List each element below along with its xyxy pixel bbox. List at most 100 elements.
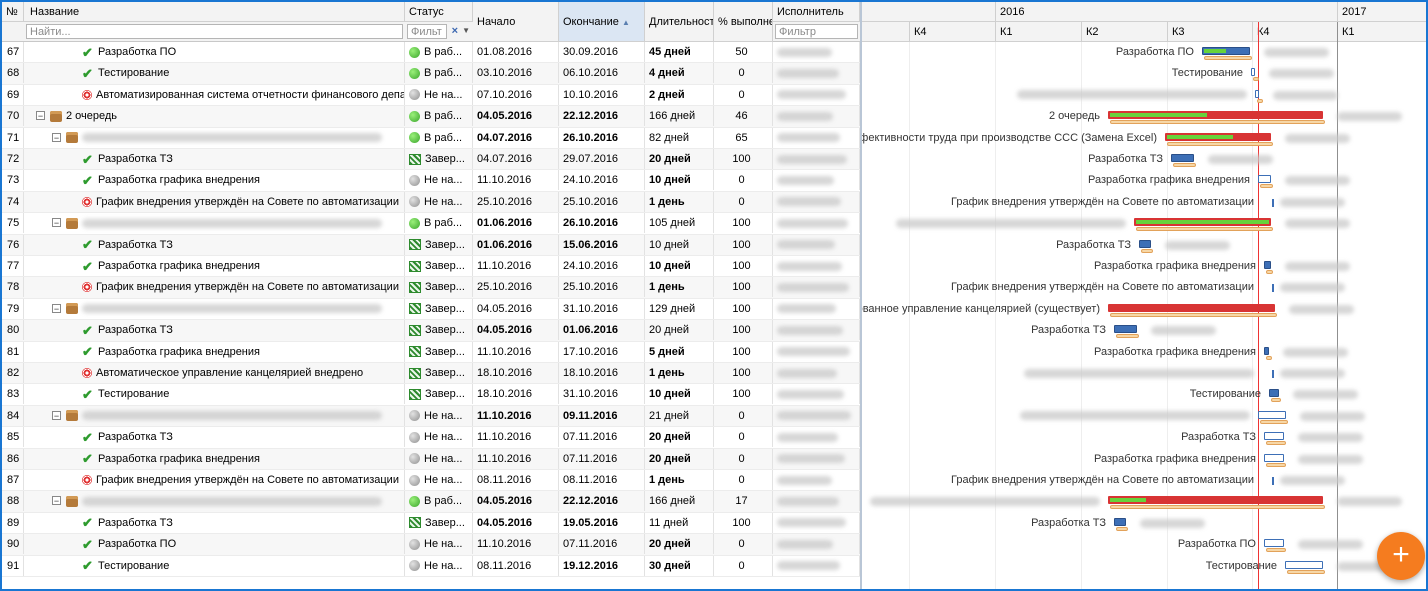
task-bar[interactable] [1114,517,1126,526]
col-header-start[interactable]: Начало [473,2,559,42]
task-bar[interactable] [1171,154,1194,162]
task-bar[interactable] [1264,261,1271,269]
table-row[interactable]: 80 ✔ Разработка ТЗ Завер... 04.05.2016 01.06.… [2,320,860,342]
collapse-toggle-icon[interactable]: − [52,303,61,313]
status-text: Не на... [424,452,463,465]
duration-value: 82 дней [649,131,690,144]
table-row[interactable]: 82 Автоматическое управление канцелярией … [2,363,860,385]
col-header-end[interactable]: Окончание ▲ [559,2,645,42]
task-bar[interactable] [1114,325,1137,334]
clear-filter-icon[interactable]: × [452,25,458,37]
col-header-num[interactable]: № [2,2,24,22]
add-task-button[interactable]: + [1377,532,1425,580]
chevron-down-icon[interactable]: ▼ [462,26,470,35]
col-header-percent[interactable]: % выполнен [714,2,773,42]
status-text: Не на... [424,409,463,422]
cell-end: 26.10.2016 [559,127,645,148]
table-row[interactable]: 67 ✔ Разработка ПО В раб... 01.08.2016 30.09.… [2,42,860,64]
table-row[interactable]: 87 График внедрения утверждён на Совете п… [2,470,860,492]
table-row[interactable]: 68 ✔ Тестирование В раб... 03.10.2016 06.10.2… [2,63,860,85]
task-bar[interactable] [1269,389,1279,398]
summary-bar[interactable] [1108,303,1275,312]
collapse-toggle-icon[interactable]: − [52,218,61,228]
collapse-toggle-icon[interactable]: − [52,132,61,142]
row-number: 68 [7,67,20,80]
table-row[interactable]: 76 ✔ Разработка ТЗ Завер... 01.06.2016 15.06.… [2,234,860,256]
table-row[interactable]: 75 − В раб... 01.06.2016 26.10.2016 105 дней 1… [2,213,860,235]
table-row[interactable]: 85 ✔ Разработка ТЗ Не на... 11.10.2016 07.11.… [2,427,860,449]
milestone-marker[interactable] [1272,284,1274,293]
task-bar[interactable] [1258,175,1271,184]
cell-name: График внедрения утверждён на Совете по … [24,470,405,490]
col-header-status[interactable]: Статус [405,2,473,22]
redacted-gantt-assignee [1298,540,1363,550]
collapse-toggle-icon[interactable]: − [52,410,61,420]
table-row[interactable]: 71 − В раб... 04.07.2016 26.10.2016 82 дней 65 [2,127,860,149]
task-name: Автоматическое управление канцелярией вн… [96,367,364,379]
table-row[interactable]: 72 ✔ Разработка ТЗ Завер... 04.07.2016 29.07.… [2,149,860,171]
table-row[interactable]: 88 − В раб... 04.05.2016 22.12.2016 166 дней 1… [2,491,860,513]
checkmark-icon: ✔ [82,151,93,167]
milestone-marker[interactable] [1272,370,1274,378]
cell-end: 09.11.2016 [559,405,645,426]
cell-status: Не на... [405,448,473,469]
task-bar[interactable] [1139,239,1151,248]
table-row[interactable]: 74 График внедрения утверждён на Совете п… [2,191,860,214]
task-bar[interactable] [1285,560,1323,569]
cell-duration: 5 дней [645,341,714,362]
task-bar[interactable] [1264,539,1284,548]
cell-duration: 105 дней [645,213,714,234]
cell-start: 04.05.2016 [473,512,559,533]
table-row[interactable]: 69 Автоматизированная система отчетности … [2,84,860,107]
cell-num: 68 [2,63,24,84]
col-header-end-label: Окончание [563,16,619,28]
cell-duration: 20 дней [645,534,714,555]
milestone-target-icon [82,196,92,207]
cell-name: − [24,298,405,319]
duration-value: 21 дней [649,409,690,422]
status-filter-input[interactable]: Фильт [407,24,447,39]
status-text: Не на... [424,431,463,444]
table-row[interactable]: 70 − 2 очередь В раб... 04.05.2016 22.12.2016… [2,106,860,128]
gantt-task-label: Тестирование [1189,388,1261,401]
table-row[interactable]: 91 ✔ Тестирование Не на... 08.11.2016 19.12.2… [2,555,860,577]
table-row[interactable]: 84 − Не на... 11.10.2016 09.11.2016 21 дней 0 [2,405,860,428]
cell-percent: 100 [714,213,773,234]
table-row[interactable]: 77 ✔ Разработка графика внедрения Завер... 1… [2,256,860,278]
table-row[interactable]: 79 − Завер... 04.05.2016 31.10.2016 129 дней 1… [2,298,860,321]
table-row[interactable]: 86 ✔ Разработка графика внедрения Не на... 1… [2,448,860,470]
checkmark-icon: ✔ [82,558,93,574]
col-header-name[interactable]: Название [24,2,405,22]
collapse-toggle-icon[interactable]: − [36,111,45,121]
cell-end: 19.12.2016 [559,555,645,576]
start-value: 11.10.2016 [477,260,532,272]
table-row[interactable]: 90 ✔ Разработка ПО Не на... 11.10.2016 07.11.… [2,534,860,556]
percent-value: 100 [732,281,751,294]
table-row[interactable]: 89 ✔ Разработка ТЗ Завер... 04.05.2016 19.05.… [2,512,860,535]
end-value: 15.06.2016 [563,238,619,251]
milestone-marker[interactable] [1272,198,1274,207]
table-row[interactable]: 73 ✔ Разработка графика внедрения Не на... 1… [2,170,860,192]
start-value: 11.10.2016 [477,452,532,465]
status-not-started-icon [409,474,420,486]
table-row[interactable]: 81 ✔ Разработка графика внедрения Завер... 1… [2,341,860,363]
col-header-duration[interactable]: Длительность [645,2,714,42]
task-bar[interactable] [1251,68,1255,77]
col-header-assignee[interactable]: Исполнитель [773,2,860,22]
task-bar[interactable] [1258,410,1286,419]
milestone-marker[interactable] [1272,477,1274,485]
table-row[interactable]: 78 График внедрения утверждён на Совете п… [2,277,860,299]
task-bar[interactable] [1255,89,1259,98]
start-value: 25.10.2016 [477,195,533,208]
table-row[interactable]: 83 ✔ Тестирование Завер... 18.10.2016 31.10.2… [2,384,860,406]
task-bar[interactable] [1264,453,1284,462]
redacted-assignee [777,154,847,164]
task-bar[interactable] [1264,346,1269,355]
name-search-input[interactable]: Найти... [26,24,403,39]
assignee-filter-input[interactable]: Фильтр [775,24,858,39]
collapse-toggle-icon[interactable]: − [52,496,61,506]
percent-value: 0 [738,452,745,465]
percent-value: 100 [732,302,751,315]
task-bar[interactable] [1264,432,1284,441]
start-value: 11.10.2016 [477,409,532,422]
